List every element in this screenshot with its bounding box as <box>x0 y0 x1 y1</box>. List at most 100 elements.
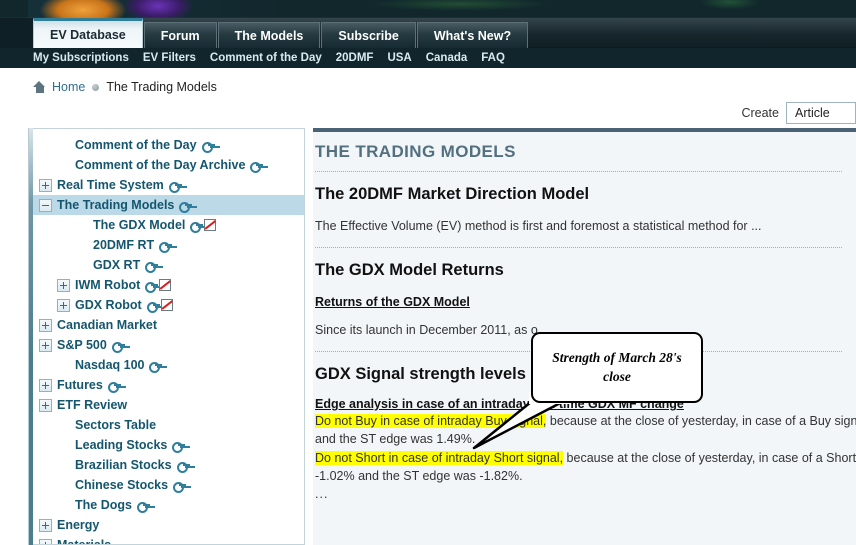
sidebar-item-the-gdx-model[interactable]: The GDX Model <box>33 215 304 235</box>
sidebar-item-s-p-500[interactable]: S&P 500 <box>33 335 304 355</box>
tab-subscribe[interactable]: Subscribe <box>321 22 416 48</box>
sidebar-item-leading-stocks[interactable]: Leading Stocks <box>33 435 304 455</box>
sidebar-item-label: Comment of the Day Archive <box>75 158 246 172</box>
returns-of-gdx-model-link[interactable]: Returns of the GDX Model <box>315 295 470 309</box>
expand-icon[interactable] <box>39 538 52 544</box>
sidebar-item-gdx-rt[interactable]: GDX RT <box>33 255 304 275</box>
primary-tabs: EV Database Forum The Models Subscribe W… <box>33 18 529 48</box>
sidebar-item-etf-review[interactable]: ETF Review <box>33 395 304 415</box>
tab-label: EV Database <box>50 27 126 42</box>
key-icon <box>146 301 160 313</box>
sidebar-item-label: The Trading Models <box>57 198 175 212</box>
expand-icon[interactable] <box>57 278 70 292</box>
sidebar-item-label: S&P 500 <box>57 338 107 352</box>
sidebar-item-chinese-stocks[interactable]: Chinese Stocks <box>33 475 304 495</box>
tab-label: Subscribe <box>338 28 399 43</box>
key-icon <box>173 481 187 493</box>
expand-icon[interactable] <box>39 398 52 412</box>
subnav-item-20dmf[interactable]: 20DMF <box>336 52 374 64</box>
key-icon <box>111 341 125 353</box>
sidebar-item-label: Real Time System <box>57 178 164 192</box>
sidebar-item-futures[interactable]: Futures <box>33 375 304 395</box>
breadcrumb: Home The Trading Models <box>33 80 217 94</box>
key-icon <box>201 141 215 153</box>
sidebar-item-label: Canadian Market <box>57 318 158 332</box>
sidebar-item-materials[interactable]: Materials <box>33 535 304 545</box>
expand-icon[interactable] <box>39 338 52 352</box>
sidebar-item-label: Comment of the Day <box>75 138 197 152</box>
sidebar-item-energy[interactable]: Energy <box>33 515 304 535</box>
sidebar-item-comment-of-the-day-archive[interactable]: Comment of the Day Archive <box>33 155 304 175</box>
sidebar-item-label: Futures <box>57 378 103 392</box>
expand-icon[interactable] <box>39 178 52 192</box>
chart-icon <box>159 279 172 291</box>
key-icon <box>250 161 264 173</box>
edge-line-short-cont: -1.02% and the ST edge was -1.82%. <box>315 468 523 483</box>
sidebar-item-label: GDX Robot <box>75 298 142 312</box>
subnav-item-usa[interactable]: USA <box>387 52 411 64</box>
sidebar-tree: Comment of the Day Comment of the Day Arc… <box>33 129 304 545</box>
tab-ev-database[interactable]: EV Database <box>33 18 143 48</box>
subnav-item-canada[interactable]: Canada <box>426 52 468 64</box>
bullet-separator-icon <box>91 83 100 92</box>
primary-tab-bar: EV Database Forum The Models Subscribe W… <box>0 18 856 48</box>
sidebar-item-iwm-robot[interactable]: IWM Robot <box>33 275 304 295</box>
secondary-nav-bar: My Subscriptions EV Filters Comment of t… <box>0 48 856 68</box>
tab-label: What's New? <box>433 28 512 43</box>
breadcrumb-home-link[interactable]: Home <box>52 80 85 94</box>
page-title: THE TRADING MODELS <box>315 142 516 161</box>
section-heading: The GDX Model Returns <box>315 261 504 280</box>
short-signal-highlight: Do not Short in case of intraday Short s… <box>315 450 564 465</box>
sidebar-item-the-trading-models[interactable]: The Trading Models <box>33 195 304 215</box>
key-icon <box>176 461 190 473</box>
expand-icon[interactable] <box>57 298 70 312</box>
app-window: EV Database Forum The Models Subscribe W… <box>0 0 856 545</box>
sidebar-item-gdx-robot[interactable]: GDX Robot <box>33 295 304 315</box>
key-icon <box>107 381 121 393</box>
sidebar-item-sectors-table[interactable]: Sectors Table <box>33 415 304 435</box>
sidebar-item-label: Leading Stocks <box>75 438 168 452</box>
callout-text: Strength of March 28's close <box>531 332 703 403</box>
tab-forum[interactable]: Forum <box>143 22 217 48</box>
subnav-item-ev-filters[interactable]: EV Filters <box>143 52 196 64</box>
sidebar-item-nasdaq-100[interactable]: Nasdaq 100 <box>33 355 304 375</box>
section-body: The Effective Volume (EV) method is firs… <box>315 219 762 233</box>
truncation-ellipsis: ... <box>315 486 329 501</box>
create-type-select[interactable]: Article <box>786 102 856 124</box>
sidebar-item-label: Chinese Stocks <box>75 478 169 492</box>
sidebar-item-canadian-market[interactable]: Canadian Market <box>33 315 304 335</box>
chart-icon <box>160 299 173 311</box>
tab-the-models[interactable]: The Models <box>217 22 321 48</box>
annotation-callout: Strength of March 28's close <box>472 332 703 450</box>
sidebar-item-label: Brazilian Stocks <box>75 458 172 472</box>
subnav-item-faq[interactable]: FAQ <box>481 52 505 64</box>
expand-icon[interactable] <box>39 518 52 532</box>
short-signal-rest: because at the close of yesterday, in ca… <box>563 450 856 465</box>
subnav-item-comment-of-the-day[interactable]: Comment of the Day <box>210 52 322 64</box>
subnav-item-my-subscriptions[interactable]: My Subscriptions <box>33 52 129 64</box>
key-icon <box>149 361 163 373</box>
sidebar-item-20dmf-rt[interactable]: 20DMF RT <box>33 235 304 255</box>
sidebar-item-label: ETF Review <box>57 398 128 412</box>
create-type-value: Article <box>795 106 830 120</box>
sidebar-item-label: Materials <box>57 538 112 545</box>
sidebar-item-label: IWM Robot <box>75 278 141 292</box>
sidebar-item-label: 20DMF RT <box>93 238 155 252</box>
key-icon <box>179 201 193 213</box>
sidebar-item-brazilian-stocks[interactable]: Brazilian Stocks <box>33 455 304 475</box>
sidebar-item-the-dogs[interactable]: The Dogs <box>33 495 304 515</box>
key-icon <box>159 241 173 253</box>
sidebar-item-label: GDX RT <box>93 258 141 272</box>
home-icon[interactable] <box>33 81 46 93</box>
collapse-icon[interactable] <box>39 198 52 212</box>
expand-icon[interactable] <box>39 318 52 332</box>
sidebar-item-real-time-system[interactable]: Real Time System <box>33 175 304 195</box>
sidebar-item-comment-of-the-day[interactable]: Comment of the Day <box>33 135 304 155</box>
section-20dmf: The 20DMF Market Direction Model The Eff… <box>315 172 842 247</box>
sidebar-item-label: Energy <box>57 518 100 532</box>
expand-icon[interactable] <box>39 378 52 392</box>
sidebar-item-label: The GDX Model <box>93 218 186 232</box>
sidebar-navigation: Comment of the Day Comment of the Day Arc… <box>33 128 305 545</box>
tab-whats-new[interactable]: What's New? <box>416 22 529 48</box>
key-icon <box>136 501 150 513</box>
